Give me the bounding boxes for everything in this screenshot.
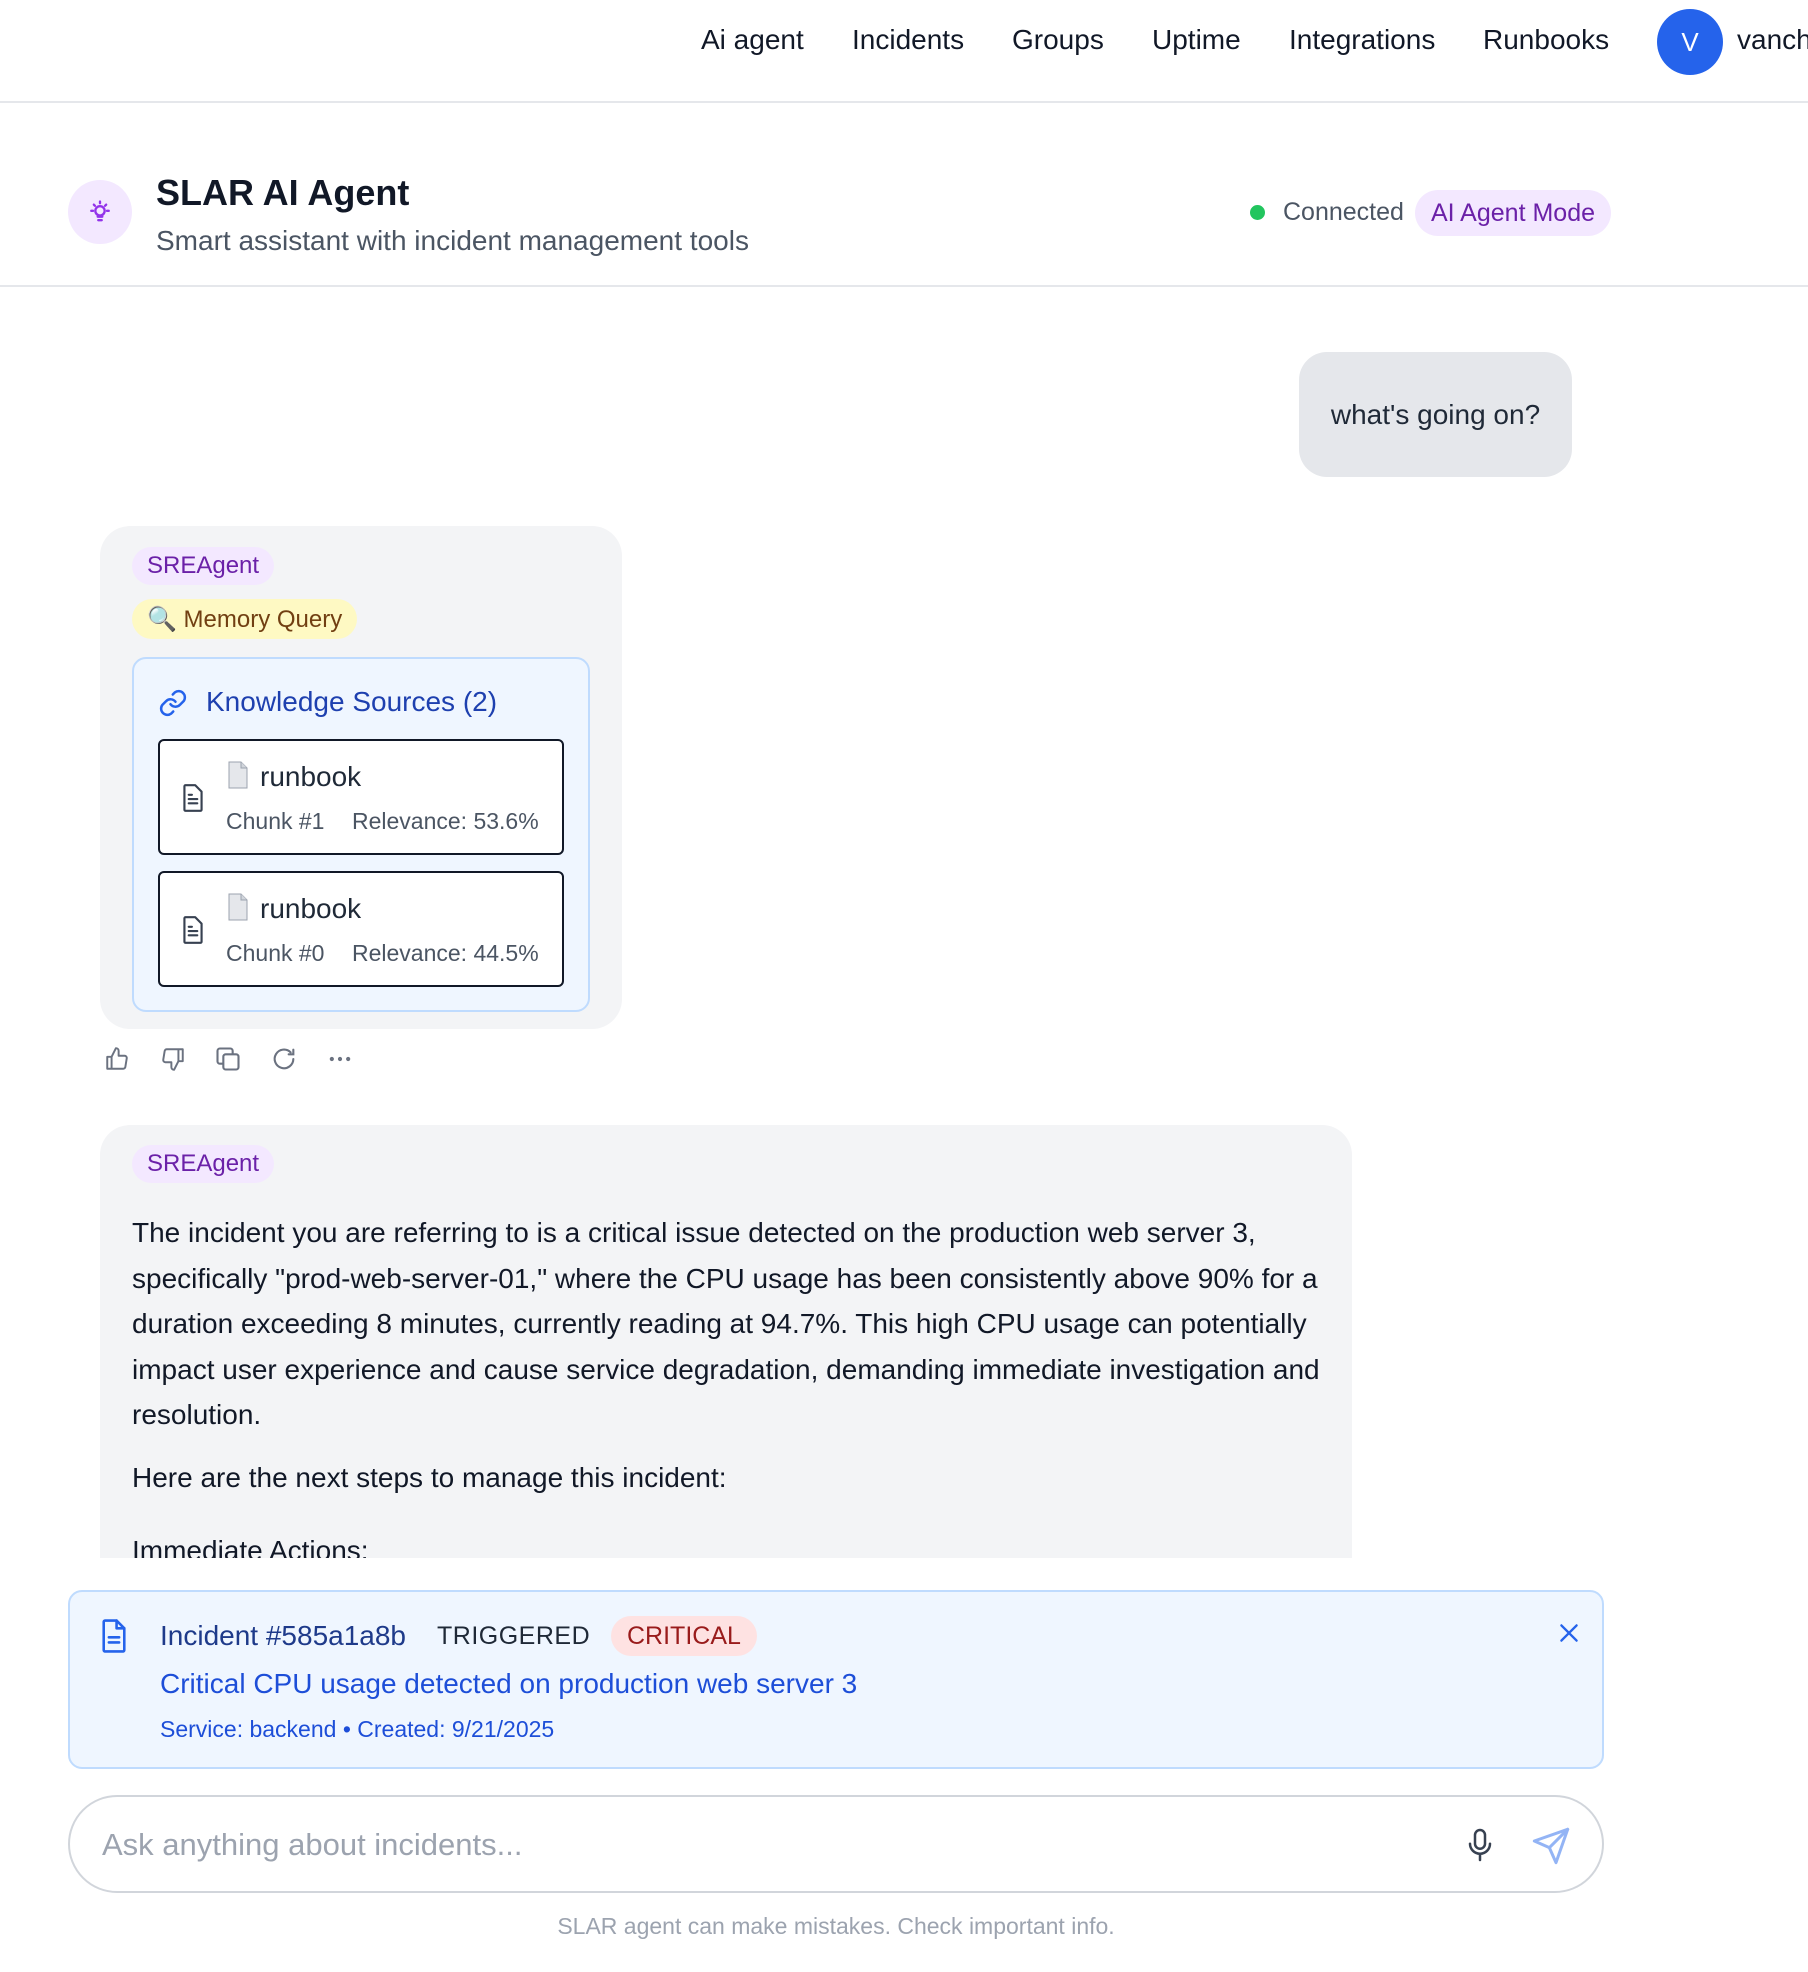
- copy-icon[interactable]: [211, 1042, 245, 1076]
- microphone-icon[interactable]: [1458, 1823, 1502, 1867]
- more-icon[interactable]: [323, 1042, 357, 1076]
- avatar[interactable]: V: [1657, 9, 1723, 75]
- username[interactable]: vanch: [1737, 24, 1808, 56]
- incident-context-banner[interactable]: Incident #585a1a8b TRIGGERED CRITICAL Cr…: [68, 1590, 1604, 1769]
- regenerate-icon[interactable]: [267, 1042, 301, 1076]
- document-icon: [98, 1618, 130, 1659]
- nav-link-groups[interactable]: Groups: [1012, 24, 1104, 56]
- incident-status: TRIGGERED: [437, 1622, 591, 1650]
- source-chunk: Chunk #0: [226, 940, 325, 966]
- source-chunk: Chunk #1: [226, 808, 325, 834]
- knowledge-source-item[interactable]: runbook Chunk #0 Relevance: 44.5%: [158, 871, 564, 987]
- close-icon[interactable]: [1552, 1616, 1586, 1650]
- link-icon: [158, 688, 188, 723]
- user-message: what's going on?: [1299, 352, 1572, 477]
- incident-title[interactable]: Critical CPU usage detected on productio…: [160, 1668, 857, 1700]
- nav-link-runbooks[interactable]: Runbooks: [1483, 24, 1609, 56]
- incident-meta: Service: backend • Created: 9/21/2025: [160, 1716, 555, 1742]
- file-icon: [226, 893, 250, 926]
- send-icon[interactable]: [1526, 1821, 1576, 1871]
- source-relevance: Relevance: 53.6%: [352, 808, 539, 834]
- nav-link-uptime[interactable]: Uptime: [1152, 24, 1241, 56]
- document-icon: [180, 915, 206, 950]
- thumbs-up-icon[interactable]: [100, 1042, 134, 1076]
- disclaimer-text: SLAR agent can make mistakes. Check impo…: [557, 1913, 1115, 1939]
- source-relevance: Relevance: 44.5%: [352, 940, 539, 966]
- document-icon: [180, 783, 206, 818]
- page-subtitle: Smart assistant with incident management…: [156, 225, 749, 256]
- lightbulb-icon: [68, 180, 132, 244]
- knowledge-source-item[interactable]: runbook Chunk #1 Relevance: 53.6%: [158, 739, 564, 855]
- thumbs-down-icon[interactable]: [156, 1042, 190, 1076]
- chat-input[interactable]: [102, 1819, 1402, 1871]
- agent-response-paragraph: The incident you are referring to is a c…: [132, 1217, 1320, 1430]
- knowledge-sources-title[interactable]: Knowledge Sources (2): [206, 686, 497, 718]
- connection-status: Connected: [1283, 198, 1404, 226]
- nav-link-integrations[interactable]: Integrations: [1289, 24, 1435, 56]
- agent-label-badge: SREAgent: [132, 547, 275, 585]
- agent-label-badge: SREAgent: [132, 1145, 275, 1183]
- nav-link-incidents[interactable]: Incidents: [852, 24, 964, 56]
- user-message-text: what's going on?: [1330, 398, 1541, 430]
- file-icon: [226, 761, 250, 794]
- avatar-initial: V: [1681, 26, 1699, 57]
- source-name: runbook: [260, 761, 362, 792]
- tool-badge-memory-query: 🔍 Memory Query: [132, 599, 358, 639]
- page-title: SLAR AI Agent: [156, 172, 410, 213]
- source-name: runbook: [260, 893, 362, 924]
- agent-mode-badge: AI Agent Mode: [1415, 190, 1612, 236]
- nav-link-ai-agent[interactable]: Ai agent: [701, 24, 804, 56]
- incident-id[interactable]: Incident #585a1a8b: [160, 1620, 406, 1652]
- severity-badge: CRITICAL: [611, 1616, 757, 1656]
- status-dot-icon: [1250, 205, 1265, 220]
- chat-composer: [68, 1795, 1604, 1893]
- agent-response-paragraph: Here are the next steps to manage this i…: [132, 1462, 727, 1493]
- top-nav: Ai agent Incidents Groups Uptime Integra…: [0, 0, 1808, 103]
